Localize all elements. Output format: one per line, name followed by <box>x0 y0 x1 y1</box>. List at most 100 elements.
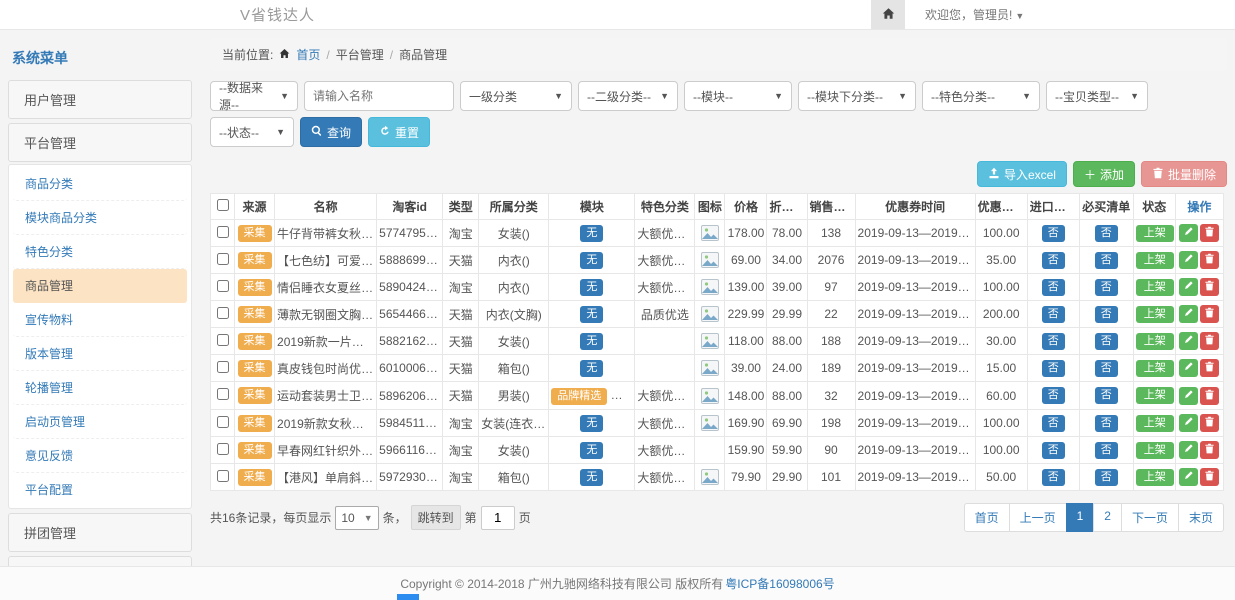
module-badge[interactable]: 无 <box>580 333 603 350</box>
row-checkbox[interactable] <box>217 334 229 346</box>
sidebar-item-意见反馈[interactable]: 意见反馈 <box>13 439 187 473</box>
must-buy-toggle[interactable]: 否 <box>1095 279 1118 296</box>
edit-button[interactable] <box>1179 414 1198 432</box>
must-buy-toggle[interactable]: 否 <box>1095 333 1118 350</box>
module-badge[interactable]: 无 <box>580 360 603 377</box>
import-select-toggle[interactable]: 否 <box>1042 252 1065 269</box>
delete-button[interactable] <box>1200 387 1219 405</box>
module-badge[interactable]: 无 <box>580 306 603 323</box>
status-badge[interactable]: 上架 <box>1136 469 1174 486</box>
import-select-toggle[interactable]: 否 <box>1042 442 1065 459</box>
delete-button[interactable] <box>1200 305 1219 323</box>
sidebar-item-启动页管理[interactable]: 启动页管理 <box>13 405 187 439</box>
status-badge[interactable]: 上架 <box>1136 279 1174 296</box>
edit-button[interactable] <box>1179 224 1198 242</box>
edit-button[interactable] <box>1179 332 1198 350</box>
pager-button-1[interactable]: 1 <box>1066 503 1095 532</box>
sidebar-group-平台管理[interactable]: 平台管理 <box>8 123 192 162</box>
row-checkbox[interactable] <box>217 307 229 319</box>
row-checkbox[interactable] <box>217 226 229 238</box>
delete-button[interactable] <box>1200 278 1219 296</box>
edit-button[interactable] <box>1179 305 1198 323</box>
select-all-checkbox[interactable] <box>217 199 229 211</box>
sidebar-item-轮播管理[interactable]: 轮播管理 <box>13 371 187 405</box>
reset-button[interactable]: 重置 <box>368 117 430 147</box>
import-excel-button[interactable]: 导入excel <box>977 161 1067 187</box>
filter-select-模块[interactable]: --模块--▼ <box>684 81 792 111</box>
pager-button-下一页[interactable]: 下一页 <box>1121 503 1179 532</box>
row-checkbox[interactable] <box>217 470 229 482</box>
delete-button[interactable] <box>1200 468 1219 486</box>
pager-button-末页[interactable]: 末页 <box>1178 503 1224 532</box>
must-buy-toggle[interactable]: 否 <box>1095 360 1118 377</box>
sidebar-item-平台配置[interactable]: 平台配置 <box>13 473 187 506</box>
row-checkbox[interactable] <box>217 416 229 428</box>
sidebar-group-拼团管理[interactable]: 拼团管理 <box>8 513 192 552</box>
breadcrumb-home-link[interactable]: 首页 <box>296 46 320 63</box>
pager-button-2[interactable]: 2 <box>1093 503 1122 532</box>
status-badge[interactable]: 上架 <box>1136 252 1174 269</box>
jump-button[interactable]: 跳转到 <box>411 505 461 530</box>
import-select-toggle[interactable]: 否 <box>1042 360 1065 377</box>
edit-button[interactable] <box>1179 251 1198 269</box>
import-select-toggle[interactable]: 否 <box>1042 279 1065 296</box>
add-button[interactable]: ＋ 添加 <box>1073 161 1135 187</box>
status-badge[interactable]: 上架 <box>1136 415 1174 432</box>
search-button[interactable]: 查询 <box>300 117 362 147</box>
status-badge[interactable]: 上架 <box>1136 442 1174 459</box>
sidebar-item-宣传物料[interactable]: 宣传物料 <box>13 303 187 337</box>
import-select-toggle[interactable]: 否 <box>1042 225 1065 242</box>
module-badge[interactable]: 无 <box>580 469 603 486</box>
must-buy-toggle[interactable]: 否 <box>1095 225 1118 242</box>
pager-button-首页[interactable]: 首页 <box>964 503 1010 532</box>
must-buy-toggle[interactable]: 否 <box>1095 415 1118 432</box>
edit-button[interactable] <box>1179 468 1198 486</box>
status-badge[interactable]: 上架 <box>1136 306 1174 323</box>
delete-button[interactable] <box>1200 224 1219 242</box>
sidebar-item-版本管理[interactable]: 版本管理 <box>13 337 187 371</box>
status-badge[interactable]: 上架 <box>1136 360 1174 377</box>
module-badge[interactable]: 无 <box>580 442 603 459</box>
row-checkbox[interactable] <box>217 280 229 292</box>
sidebar-item-商品分类[interactable]: 商品分类 <box>13 167 187 201</box>
home-button[interactable] <box>871 0 905 29</box>
module-badge[interactable]: 无 <box>580 252 603 269</box>
import-select-toggle[interactable]: 否 <box>1042 415 1065 432</box>
row-checkbox[interactable] <box>217 388 229 400</box>
filter-select-宝贝类型[interactable]: --宝贝类型--▼ <box>1046 81 1148 111</box>
pager-button-上一页[interactable]: 上一页 <box>1009 503 1067 532</box>
must-buy-toggle[interactable]: 否 <box>1095 442 1118 459</box>
sidebar-item-商品管理[interactable]: 商品管理 <box>13 269 187 303</box>
module-badge[interactable]: 无 <box>580 279 603 296</box>
filter-select-模块下分类[interactable]: --模块下分类--▼ <box>798 81 916 111</box>
filter-select-一级分类[interactable]: 一级分类▼ <box>460 81 572 111</box>
edit-button[interactable] <box>1179 278 1198 296</box>
delete-button[interactable] <box>1200 251 1219 269</box>
user-menu[interactable]: 欢迎您，管理员!▼ <box>905 6 1235 23</box>
status-badge[interactable]: 上架 <box>1136 225 1174 242</box>
module-badge[interactable]: 无 <box>580 415 603 432</box>
edit-button[interactable] <box>1179 387 1198 405</box>
row-checkbox[interactable] <box>217 361 229 373</box>
delete-button[interactable] <box>1200 414 1219 432</box>
import-select-toggle[interactable]: 否 <box>1042 469 1065 486</box>
row-checkbox[interactable] <box>217 253 229 265</box>
delete-button[interactable] <box>1200 441 1219 459</box>
module-badge[interactable]: 品牌精选 <box>551 388 607 405</box>
page-number-input[interactable] <box>481 506 515 530</box>
delete-button[interactable] <box>1200 359 1219 377</box>
icp-link[interactable]: 粤ICP备16098006号 <box>725 575 834 592</box>
sidebar-group-用户管理[interactable]: 用户管理 <box>8 80 192 119</box>
must-buy-toggle[interactable]: 否 <box>1095 387 1118 404</box>
filter-select-状态[interactable]: --状态--▼ <box>210 117 294 147</box>
status-badge[interactable]: 上架 <box>1136 333 1174 350</box>
sidebar-item-特色分类[interactable]: 特色分类 <box>13 235 187 269</box>
row-checkbox[interactable] <box>217 443 229 455</box>
per-page-select[interactable]: 10▼ <box>335 506 378 530</box>
import-select-toggle[interactable]: 否 <box>1042 333 1065 350</box>
filter-select-二级分类[interactable]: --二级分类--▼ <box>578 81 678 111</box>
import-select-toggle[interactable]: 否 <box>1042 387 1065 404</box>
must-buy-toggle[interactable]: 否 <box>1095 469 1118 486</box>
batch-delete-button[interactable]: 批量删除 <box>1141 161 1227 187</box>
delete-button[interactable] <box>1200 332 1219 350</box>
